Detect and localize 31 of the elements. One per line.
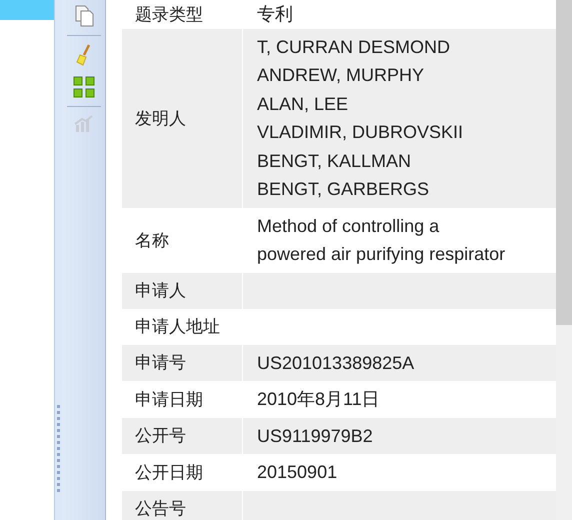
field-label: 发明人 — [134, 108, 187, 130]
grip-icon — [56, 405, 60, 495]
scrollbar-thumb[interactable] — [556, 0, 572, 325]
field-value: Method of controlling a — [257, 214, 440, 238]
scrollbar-track[interactable] — [556, 0, 572, 520]
field-label: 申请号 — [134, 352, 187, 374]
field-label: 申请人地址 — [134, 316, 221, 338]
field-label: 题录类型 — [134, 4, 204, 26]
broom-icon[interactable] — [74, 44, 92, 66]
field-label: 名称 — [134, 230, 170, 252]
field-value: US201013389825A — [257, 352, 416, 374]
field-value: ANDREW, MURPHY — [257, 64, 426, 87]
field-label: 申请日期 — [134, 388, 204, 411]
field-value: powered air purifying respirator — [257, 243, 506, 266]
copy-icon[interactable] — [72, 5, 94, 27]
grid-icon[interactable] — [72, 76, 94, 98]
field-value: US9119979B2 — [257, 424, 374, 448]
field-value: BENGT, GARBERGS — [257, 178, 430, 201]
field-label: 申请人 — [134, 280, 187, 302]
field-value: VLADIMIR, DUBROVSKII — [257, 121, 464, 144]
field-label: 公开号 — [134, 425, 187, 448]
field-value: T, CURRAN DESMOND — [257, 36, 452, 58]
field-value: BENGT, KALLMAN — [257, 150, 412, 172]
field-label: 公告号 — [134, 498, 187, 520]
splitter-handle[interactable] — [54, 0, 62, 520]
chart-icon[interactable] — [74, 115, 94, 133]
field-label: 公开日期 — [134, 462, 204, 484]
field-value: ALAN, LEE — [257, 92, 350, 116]
field-value: 专利 — [257, 3, 294, 26]
field-value: 2010年8月11日 — [257, 388, 381, 411]
field-value: 20150901 — [257, 461, 338, 484]
